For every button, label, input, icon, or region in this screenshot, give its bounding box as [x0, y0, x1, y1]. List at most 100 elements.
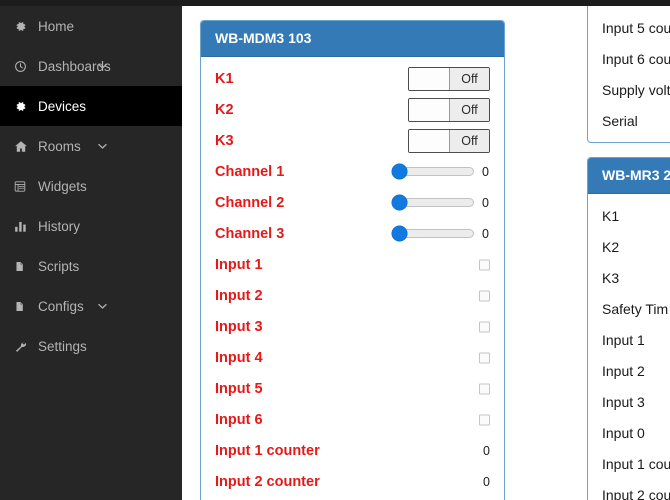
row-label-input-6-cou: Input 6 cou [602, 50, 670, 67]
row-label-input-2-cou: Input 2 cou [602, 486, 670, 500]
sidebar-item-label: History [38, 218, 81, 234]
row-label-k2: K2 [602, 238, 620, 255]
switch-handle[interactable] [409, 129, 450, 152]
chevron-down-icon[interactable] [96, 300, 109, 313]
sidebar: Home Dashboards Devices Rooms Widgets History… [0, 6, 182, 500]
sidebar-item-scripts[interactable]: Scripts [0, 246, 182, 286]
switch-state-label: Off [450, 129, 489, 152]
file-icon [14, 259, 31, 273]
row-control: 0 [483, 444, 490, 458]
device-row: Input 1 [588, 324, 670, 355]
toggle-switch-k3[interactable]: Off [408, 128, 490, 153]
wrench-icon [14, 339, 31, 353]
device-row: Input 1 cou [588, 448, 670, 479]
chevron-down-icon[interactable] [96, 140, 109, 153]
sidebar-item-rooms[interactable]: Rooms [0, 126, 182, 166]
sidebar-item-configs[interactable]: Configs [0, 286, 182, 326]
row-label-input-1: Input 1 [602, 331, 645, 348]
device-row: Input 0 [588, 417, 670, 448]
slider-group: 0 [392, 226, 490, 242]
file-icon [14, 299, 31, 313]
row-control [479, 290, 490, 301]
device-row: Input 1 counter 0 [201, 435, 504, 466]
slider-thumb[interactable] [392, 226, 407, 241]
device-row: Channel 3 0 [201, 218, 504, 249]
row-label-k2: K2 [215, 101, 234, 118]
checkbox-input-1[interactable] [479, 259, 490, 270]
gear-icon [14, 99, 31, 113]
row-label-input-4: Input 4 [215, 349, 263, 366]
device-row: Input 4 [201, 342, 504, 373]
toggle-switch-k2[interactable]: Off [408, 97, 490, 122]
switch-handle[interactable] [409, 98, 450, 121]
device-row: Input 2 [588, 355, 670, 386]
row-control: Off [408, 128, 490, 153]
row-label-input-2: Input 2 [602, 362, 645, 379]
panel-body: Input 5 cou Input 6 cou Supply volt Serial [588, 6, 670, 140]
row-control [479, 383, 490, 394]
sidebar-item-widgets[interactable]: Widgets [0, 166, 182, 206]
slider-group: 0 [392, 164, 490, 180]
sidebar-item-settings[interactable]: Settings [0, 326, 182, 366]
device-row: Input 6 cou [588, 43, 670, 74]
slider-value: 0 [482, 195, 489, 210]
sidebar-item-dashboards[interactable]: Dashboards [0, 46, 182, 86]
checkbox-input-3[interactable] [479, 321, 490, 332]
checkbox-input-4[interactable] [479, 352, 490, 363]
row-label-k1: K1 [215, 70, 234, 87]
panel-title: WB-MR3 24 [588, 158, 670, 194]
slider-thumb[interactable] [392, 195, 407, 210]
device-row: Channel 2 0 [201, 187, 504, 218]
row-label-channel-3: Channel 3 [215, 225, 285, 242]
row-control: 0 [392, 195, 490, 211]
app-root: Home Dashboards Devices Rooms Widgets History… [0, 0, 670, 500]
sidebar-item-history[interactable]: History [0, 206, 182, 246]
chevron-down-icon[interactable] [96, 60, 109, 73]
row-label-k3: K3 [215, 132, 234, 149]
device-row: Safety Tim [588, 293, 670, 324]
panel-title: WB-MDM3 103 [201, 21, 504, 57]
checkbox-input-5[interactable] [479, 383, 490, 394]
row-label-input-1-counter: Input 1 counter [215, 442, 320, 459]
row-label-input-2: Input 2 [215, 287, 263, 304]
checkbox-input-6[interactable] [479, 414, 490, 425]
range-slider-channel-1[interactable] [392, 164, 474, 180]
table-icon [14, 179, 31, 193]
switch-state-label: Off [450, 67, 489, 90]
slider-value: 0 [482, 226, 489, 241]
row-control [479, 259, 490, 270]
device-row: Input 3 [201, 311, 504, 342]
row-control: 0 [483, 475, 490, 489]
slider-value: 0 [482, 164, 489, 179]
row-label-input-5: Input 5 [215, 380, 263, 397]
switch-handle[interactable] [409, 67, 450, 90]
row-label-safety-tim: Safety Tim [602, 300, 669, 317]
device-row: Input 5 [201, 373, 504, 404]
device-row: Input 2 counter 0 [201, 466, 504, 497]
device-row: K2 [588, 231, 670, 262]
device-row: K3 [588, 262, 670, 293]
checkbox-input-2[interactable] [479, 290, 490, 301]
slider-thumb[interactable] [392, 164, 407, 179]
row-label-k3: K3 [602, 269, 620, 286]
sidebar-item-label: Devices [38, 98, 87, 114]
row-control: 0 [392, 226, 490, 242]
row-control [479, 352, 490, 363]
toggle-switch-k1[interactable]: Off [408, 66, 490, 91]
sidebar-item-label: Rooms [38, 138, 81, 154]
sidebar-item-devices[interactable]: Devices [0, 86, 182, 126]
row-label-supply-volt: Supply volt [602, 81, 670, 98]
sidebar-item-home[interactable]: Home [0, 6, 182, 46]
device-panel-wb-mdm3: WB-MDM3 103 K1 Off K2 Off K3 Off Channel 1 0 Cha… [200, 20, 505, 500]
gear-icon [14, 19, 31, 33]
device-row: Input 6 [201, 404, 504, 435]
range-slider-channel-3[interactable] [392, 226, 474, 242]
switch-state-label: Off [450, 98, 489, 121]
row-label-input-2-counter: Input 2 counter [215, 473, 320, 490]
device-row: Input 2 cou [588, 479, 670, 500]
row-control [479, 414, 490, 425]
range-slider-channel-2[interactable] [392, 195, 474, 211]
row-label-input-1-cou: Input 1 cou [602, 455, 670, 472]
device-row: Input 5 cou [588, 12, 670, 43]
row-label-input-5-cou: Input 5 cou [602, 19, 670, 36]
